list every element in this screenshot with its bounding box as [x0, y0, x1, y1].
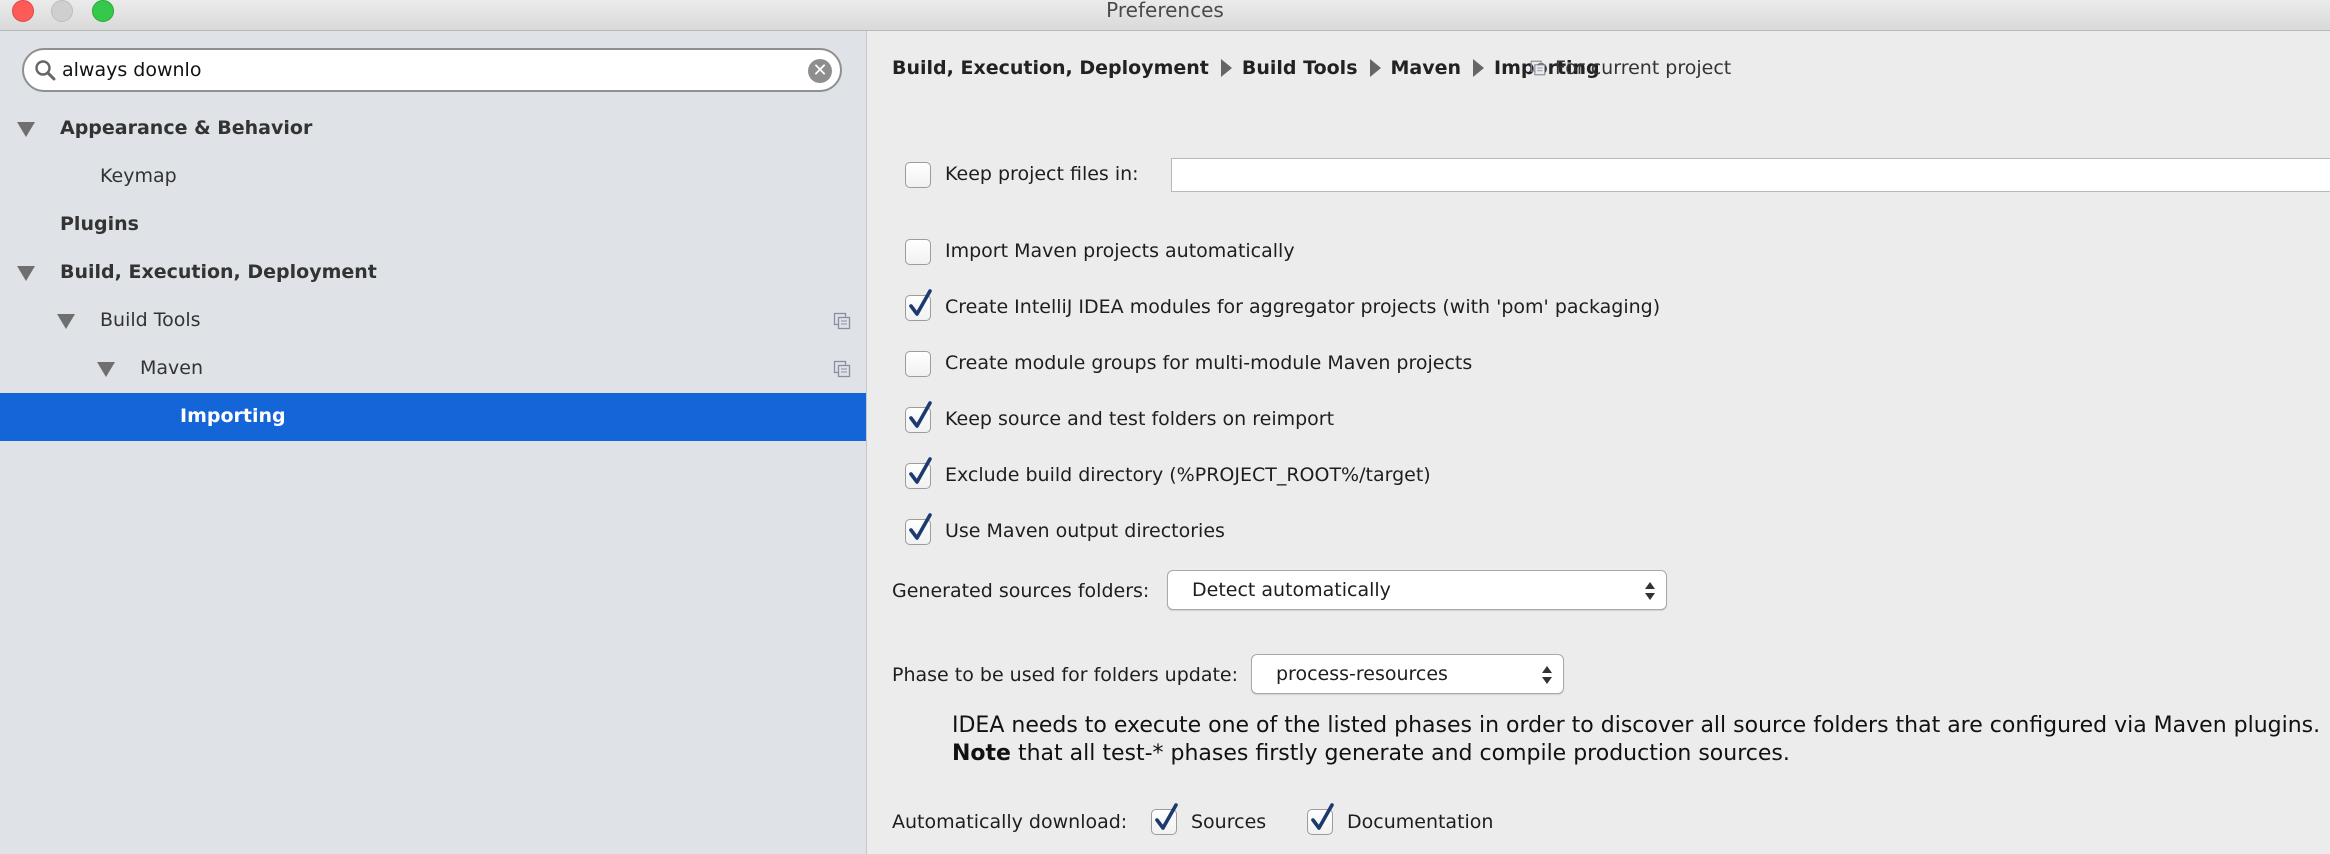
exclude-build-checkbox[interactable]	[905, 457, 932, 489]
option-label: Exclude build directory (%PROJECT_ROOT%/…	[945, 464, 1431, 486]
create-modules-checkbox[interactable]	[905, 289, 932, 321]
sidebar-item-label: Maven	[140, 357, 204, 379]
search-input[interactable]	[62, 57, 782, 83]
generated-sources-label: Generated sources folders:	[892, 580, 1150, 602]
sidebar-item-label: Keymap	[100, 165, 177, 187]
up-down-arrows-icon	[1542, 666, 1552, 684]
window-title: Preferences	[1106, 0, 1224, 22]
expand-arrow-icon[interactable]	[57, 314, 75, 329]
sidebar-item-importing[interactable]: Importing	[0, 393, 866, 441]
title-bar: Preferences	[0, 0, 2330, 31]
sidebar-item-keymap[interactable]: Keymap	[0, 153, 866, 201]
project-settings-icon	[833, 360, 851, 378]
auto-download-label: Automatically download:	[892, 811, 1128, 833]
select-value: Detect automatically	[1192, 579, 1391, 601]
breadcrumb-separator-icon	[1369, 58, 1381, 77]
option-label: Import Maven projects automatically	[945, 240, 1295, 262]
module-groups-checkbox[interactable]	[905, 351, 931, 377]
breadcrumb-item: Build, Execution, Deployment	[892, 57, 1209, 79]
scope-indicator: For current project	[1529, 57, 1731, 79]
checkmark-icon	[909, 401, 932, 428]
clear-search-icon[interactable]: ✕	[808, 59, 832, 83]
sidebar-item-plugins[interactable]: Plugins	[0, 201, 866, 249]
sidebar-item-label: Appearance & Behavior	[60, 117, 313, 139]
option-label: Create module groups for multi-module Ma…	[945, 352, 1473, 374]
import-auto-checkbox[interactable]	[905, 239, 931, 265]
phase-select[interactable]: process-resources	[1251, 654, 1564, 694]
breadcrumb-item: Build Tools	[1241, 57, 1358, 79]
option-label: Sources	[1191, 811, 1267, 833]
option-label: Keep source and test folders on reimport	[945, 408, 1335, 430]
note-line: IDEA needs to execute one of the listed …	[952, 713, 2321, 738]
sidebar-item-label: Importing	[180, 405, 286, 427]
sidebar-item-label: Build Tools	[100, 309, 201, 331]
checkmark-icon	[909, 513, 932, 540]
project-settings-icon	[1530, 60, 1546, 76]
sidebar-item-build-execution[interactable]: Build, Execution, Deployment	[0, 249, 866, 297]
expand-arrow-icon[interactable]	[17, 122, 35, 137]
sidebar-item-maven[interactable]: Maven	[0, 345, 866, 393]
download-sources-checkbox[interactable]	[1151, 803, 1178, 835]
breadcrumb-separator-icon	[1220, 58, 1232, 77]
select-value: process-resources	[1276, 663, 1448, 685]
expand-arrow-icon[interactable]	[17, 266, 35, 281]
option-label: Keep project files in:	[945, 163, 1139, 185]
checkmark-icon	[909, 289, 932, 316]
search-icon	[35, 60, 56, 81]
use-output-checkbox[interactable]	[905, 513, 932, 545]
scope-label: For current project	[1555, 57, 1732, 79]
note-line: Note that all test-* phases firstly gene…	[952, 740, 2320, 768]
project-files-path-input[interactable]	[1171, 158, 2330, 192]
phase-note: IDEA needs to execute one of the listed …	[952, 712, 2320, 768]
generated-sources-select[interactable]: Detect automatically	[1167, 570, 1667, 610]
breadcrumb: Build, Execution, Deployment Build Tools M…	[892, 57, 1600, 79]
expand-arrow-icon[interactable]	[97, 362, 115, 377]
sidebar-item-build-tools[interactable]: Build Tools	[0, 297, 866, 345]
project-settings-icon	[833, 312, 851, 330]
checkmark-icon	[1311, 803, 1334, 830]
checkmark-icon	[909, 457, 932, 484]
option-label: Use Maven output directories	[945, 520, 1225, 542]
note-text: that all test-* phases firstly generate …	[1010, 741, 1790, 766]
breadcrumb-separator-icon	[1473, 58, 1485, 77]
checkmark-icon	[1155, 803, 1178, 830]
sidebar-item-appearance[interactable]: Appearance & Behavior	[0, 105, 866, 153]
download-documentation-checkbox[interactable]	[1307, 803, 1334, 835]
settings-sidebar: ✕ Appearance & Behavior Keymap Plugins B…	[0, 31, 867, 854]
note-emphasis: Note	[952, 741, 1011, 766]
phase-label: Phase to be used for folders update:	[892, 664, 1239, 686]
settings-panel: Build, Execution, Deployment Build Tools M…	[867, 31, 2330, 854]
option-label: Documentation	[1347, 811, 1494, 833]
sidebar-item-label: Plugins	[60, 213, 139, 235]
sidebar-item-label: Build, Execution, Deployment	[60, 261, 377, 283]
keep-source-checkbox[interactable]	[905, 401, 932, 433]
breadcrumb-item: Maven	[1390, 57, 1462, 79]
search-box[interactable]: ✕	[22, 48, 842, 92]
up-down-arrows-icon	[1645, 582, 1655, 600]
keep-project-files-checkbox[interactable]	[905, 162, 931, 188]
option-label: Create IntelliJ IDEA modules for aggrega…	[945, 296, 1661, 318]
